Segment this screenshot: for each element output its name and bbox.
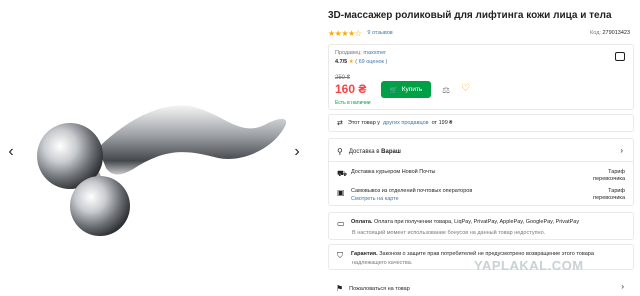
carrier-label-1: перевозчика — [593, 176, 625, 182]
delivery-courier: Доставка курьером Новой Почты — [351, 169, 436, 175]
payment-label: Оплата. — [351, 219, 373, 225]
delivery-card: ⚲ Доставка в Вараш › ⛟ Доставка курьером… — [328, 138, 634, 206]
watermark: YAPLAKAL.COM — [474, 258, 584, 273]
chevron-right-icon[interactable]: › — [621, 282, 624, 291]
divider — [329, 161, 633, 162]
swap-icon: ⇄ — [337, 120, 343, 127]
delivery-prefix: Доставка в — [348, 148, 380, 155]
wishlist-heart-icon[interactable]: ♡ — [461, 83, 470, 94]
reviews-link[interactable]: 9 отзывов — [367, 30, 392, 36]
purchase-card: Продавец: maxxmer 4.7/5 ★ ( 69 оценок ) … — [328, 44, 634, 110]
cart-icon: 🛒 — [389, 86, 398, 94]
current-price: 160 ₴ — [335, 82, 367, 96]
delivery-courier-row: ⛟ Доставка курьером Новой Почты — [337, 169, 436, 179]
payment-card: ▭ Оплата. Оплата при получении товара, L… — [328, 212, 634, 240]
gallery-next-arrow[interactable]: › — [290, 143, 304, 161]
truck-icon: ⛟ — [337, 169, 348, 178]
payment-methods: Оплата при получении товара, LiqPay, Pri… — [373, 219, 580, 225]
star-icon: ★ — [348, 59, 354, 65]
code-label: Код: — [590, 30, 601, 36]
old-price: 250 ₴ — [335, 75, 351, 81]
guarantee-text: Законом о защите прав потребителей не пр… — [379, 251, 594, 257]
payment-row: ▭ Оплата. Оплата при получении товара, L… — [337, 219, 579, 228]
box-icon: ▣ — [337, 188, 345, 197]
complain-link[interactable]: ⚑ Пожаловаться на товар — [336, 284, 410, 293]
seller-rating-value: 4.7/5 — [335, 59, 348, 65]
delivery-pickup-row: ▣ Самовывоз из отделений почтовых операт… — [337, 188, 472, 202]
wallet-icon: ▭ — [337, 219, 345, 228]
product-code: Код: 279013423 — [590, 30, 630, 36]
guarantee-label: Гарантия. — [351, 251, 378, 257]
handle-shape — [98, 105, 287, 175]
other-sellers-card: ⇄ Этот товар у других продавцов от 199 ₴ — [328, 114, 634, 132]
flag-icon: ⚑ — [336, 284, 344, 293]
chat-icon[interactable] — [615, 52, 625, 61]
buy-label: Купить — [401, 86, 423, 93]
other-sellers-link[interactable]: других продавцов — [383, 120, 429, 126]
product-gallery: ‹ › — [0, 0, 312, 296]
other-sellers-prefix: Этот товар у — [347, 120, 381, 126]
gallery-prev-arrow[interactable]: ‹ — [4, 143, 18, 161]
product-info: 3D-массажер роликовый для лифтинга кожи … — [328, 0, 640, 296]
seller-name-link[interactable]: maxxmer — [363, 50, 386, 56]
tariff-2: Тариф перевозчика — [593, 188, 625, 202]
delivery-header[interactable]: ⚲ Доставка в Вараш — [337, 147, 401, 156]
carrier-label-2: перевозчика — [593, 195, 625, 201]
availability-status: Есть в наличии — [335, 100, 371, 106]
other-sellers-suffix: от 199 ₴ — [431, 120, 453, 126]
seller-label: Продавец: — [335, 50, 362, 56]
guarantee-text-2: надлежащего качества. — [352, 260, 413, 266]
code-value: 279013423 — [602, 30, 630, 36]
seller-rating: 4.7/5 ★ ( 69 оценок ) — [335, 59, 387, 65]
buy-button[interactable]: 🛒 Купить — [381, 81, 431, 98]
product-image[interactable] — [28, 88, 288, 238]
chevron-right-icon[interactable]: › — [620, 146, 623, 155]
payment-note: В настоящий момент использование бонусов… — [352, 230, 546, 236]
product-title: 3D-массажер роликовый для лифтинга кожи … — [328, 10, 612, 21]
complain-label: Пожаловаться на товар — [349, 285, 410, 292]
seller-rating-count[interactable]: ( 69 оценок ) — [355, 59, 387, 65]
compare-icon[interactable]: ⚖ — [442, 85, 450, 96]
delivery-pickup: Самовывоз из отделений почтовых оператор… — [351, 188, 473, 194]
map-link[interactable]: Смотреть на карте — [351, 196, 472, 202]
rating-row: ★★★★☆ 9 отзывов Код: 279013423 — [328, 28, 638, 38]
tariff-label-2: Тариф — [608, 188, 625, 194]
tariff-1: Тариф перевозчика — [593, 169, 625, 183]
rating-stars: ★★★★☆ — [328, 28, 362, 38]
seller-info: Продавец: maxxmer — [335, 50, 386, 56]
roller-bottom — [70, 176, 130, 236]
location-pin-icon: ⚲ — [337, 147, 343, 156]
shield-icon: ⛉ — [337, 251, 343, 260]
delivery-city: Вараш — [381, 148, 401, 155]
tariff-label-1: Тариф — [608, 169, 625, 175]
